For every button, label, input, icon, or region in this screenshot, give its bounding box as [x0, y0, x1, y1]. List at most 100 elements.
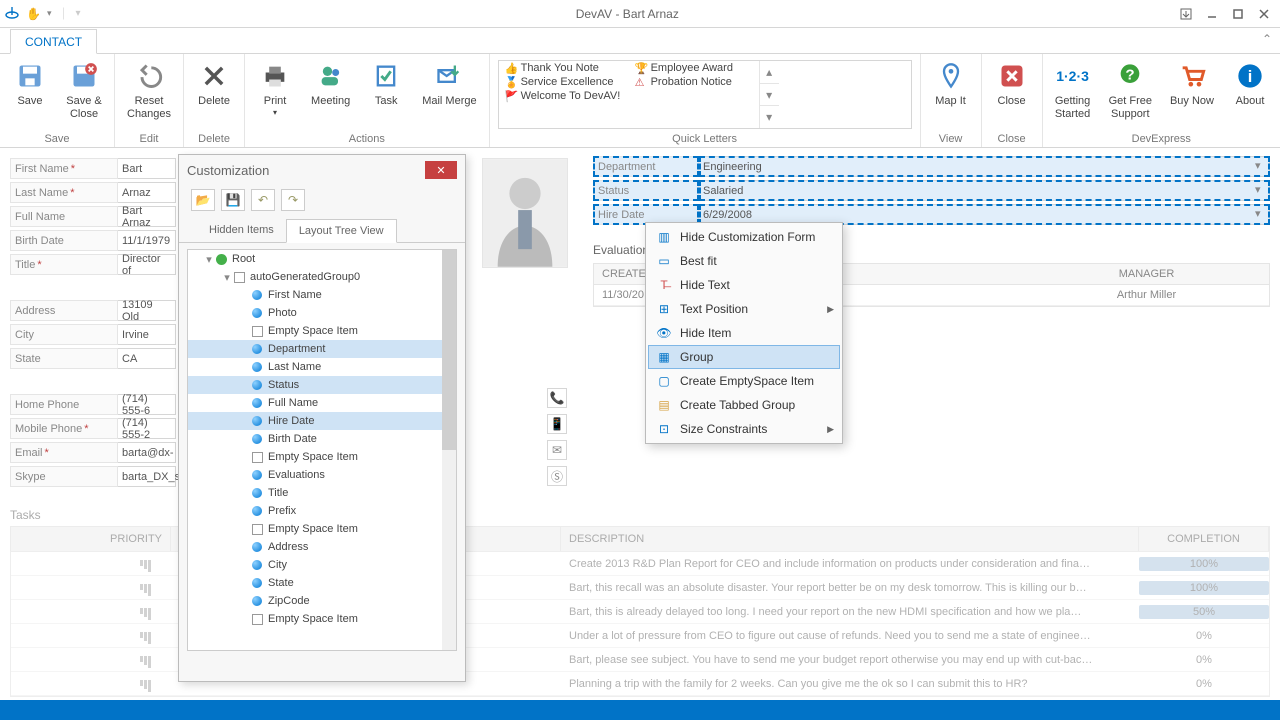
tree-item[interactable]: ▾autoGeneratedGroup0 — [188, 268, 456, 286]
print-button[interactable]: Print▾ — [251, 58, 299, 120]
ql-scroll-down[interactable]: ▾ — [760, 84, 779, 107]
mapit-button[interactable]: Map It — [927, 58, 975, 110]
mobile-field[interactable]: (714) 555-2 — [118, 418, 176, 439]
tree-item[interactable]: Status — [188, 376, 456, 394]
save-button[interactable]: Save — [6, 58, 54, 110]
task-button[interactable]: Task — [362, 58, 410, 110]
save-close-button[interactable]: Save & Close — [60, 58, 108, 123]
tree-item[interactable]: Hire Date — [188, 412, 456, 430]
tree-item[interactable]: First Name — [188, 286, 456, 304]
title-bar: ✋ ▾ ｜ ▾ DevAV - Bart Arnaz — [0, 0, 1280, 28]
close-button[interactable] — [1252, 4, 1276, 24]
ribbon: Save Save & Close Save Reset Changes Edi… — [0, 54, 1280, 148]
tree-item[interactable]: Empty Space Item — [188, 448, 456, 466]
tree-item[interactable]: Birth Date — [188, 430, 456, 448]
ctx-empty-space[interactable]: ▢Create EmptySpace Item — [648, 369, 840, 393]
photo-placeholder[interactable] — [482, 158, 568, 268]
tab-hidden-items[interactable]: Hidden Items — [197, 219, 286, 242]
first-name-field[interactable]: Bart — [118, 158, 176, 179]
ql-probation[interactable]: ⚠Probation Notice — [629, 75, 759, 89]
city-field[interactable]: Irvine — [118, 324, 176, 345]
phone-icon[interactable]: 📞 — [547, 388, 567, 408]
minimize-button[interactable] — [1200, 4, 1224, 24]
quick-dropdown-icon[interactable]: ▾ — [47, 8, 52, 19]
mailmerge-button[interactable]: Mail Merge — [416, 58, 482, 110]
hand-icon[interactable]: ✋ — [26, 7, 41, 21]
ql-expand[interactable]: ▾ — [760, 106, 779, 128]
chevron-down-icon[interactable]: ▾ — [1255, 183, 1267, 197]
cp-redo-icon[interactable]: ↷ — [281, 189, 305, 211]
customization-close-button[interactable]: ✕ — [425, 161, 457, 179]
address-field[interactable]: 13109 Old — [118, 300, 176, 321]
collapse-ribbon-icon[interactable]: ⌃ — [1262, 32, 1272, 46]
tab-layout-tree[interactable]: Layout Tree View — [286, 219, 397, 243]
tree-item[interactable]: Address — [188, 538, 456, 556]
tasks-desc-header[interactable]: DESCRIPTION — [561, 527, 1139, 551]
title-field[interactable]: Director of — [118, 254, 176, 275]
state-field[interactable]: CA — [118, 348, 176, 369]
flag-icon: 🚩 — [505, 90, 517, 102]
tree-item[interactable]: Photo — [188, 304, 456, 322]
meeting-button[interactable]: Meeting — [305, 58, 356, 110]
mobile-icon[interactable]: 📱 — [547, 414, 567, 434]
chevron-down-icon[interactable]: ▾ — [1255, 207, 1267, 221]
city-label: City — [10, 324, 118, 345]
buy-button[interactable]: Buy Now — [1164, 58, 1220, 110]
close-panel-button[interactable]: Close — [988, 58, 1036, 110]
tree-item[interactable]: State — [188, 574, 456, 592]
tree-item[interactable]: Empty Space Item — [188, 610, 456, 628]
ql-welcome[interactable]: 🚩Welcome To DevAV! — [499, 89, 629, 103]
tree-item[interactable]: ZipCode — [188, 592, 456, 610]
tree-item[interactable]: Empty Space Item — [188, 322, 456, 340]
ctx-hide-item[interactable]: 👁Hide Item — [648, 321, 840, 345]
delete-button[interactable]: Delete — [190, 58, 238, 110]
support-button[interactable]: ? Get Free Support — [1103, 58, 1158, 123]
homephone-field[interactable]: (714) 555-6 — [118, 394, 176, 415]
layout-tree[interactable]: ▾Root▾autoGeneratedGroup0First NamePhoto… — [187, 249, 457, 651]
mail-icon[interactable]: ✉ — [547, 440, 567, 460]
skype-icon[interactable]: Ⓢ — [547, 466, 567, 486]
ctx-hide-text[interactable]: T̶Hide Text — [648, 273, 840, 297]
tree-item[interactable]: Empty Space Item — [188, 520, 456, 538]
about-button[interactable]: i About — [1226, 58, 1274, 110]
department-field[interactable]: Engineering▾ — [699, 156, 1270, 177]
ctx-hide-form[interactable]: ▥Hide Customization Form — [648, 225, 840, 249]
maximize-button[interactable] — [1226, 4, 1250, 24]
ctx-tabbed-group[interactable]: ▤Create Tabbed Group — [648, 393, 840, 417]
tree-item[interactable]: Evaluations — [188, 466, 456, 484]
skype-field[interactable]: barta_DX_s — [118, 466, 176, 487]
last-name-field[interactable]: Arnaz — [118, 182, 176, 203]
birth-field[interactable]: 11/1/1979 — [118, 230, 176, 251]
ql-award[interactable]: 🏆Employee Award — [629, 61, 759, 75]
ctx-best-fit[interactable]: ▭Best fit — [648, 249, 840, 273]
tree-item[interactable]: Title — [188, 484, 456, 502]
chevron-down-icon[interactable]: ▾ — [1255, 159, 1267, 173]
ctx-text-position[interactable]: ⊞Text Position▶ — [648, 297, 840, 321]
tree-item[interactable]: ▾Root — [188, 250, 456, 268]
tree-item[interactable]: Last Name — [188, 358, 456, 376]
eval-manager-header[interactable]: MANAGER — [1024, 264, 1269, 284]
ctx-size-constraints[interactable]: ⊡Size Constraints▶ — [648, 417, 840, 441]
tree-item[interactable]: Full Name — [188, 394, 456, 412]
status-field[interactable]: Salaried▾ — [699, 180, 1270, 201]
scrollbar[interactable] — [442, 250, 456, 650]
ql-service[interactable]: 🏅Service Excellence — [499, 75, 629, 89]
getting-started-button[interactable]: 1·2·3 Getting Started — [1049, 58, 1097, 123]
tree-item[interactable]: Prefix — [188, 502, 456, 520]
tree-item[interactable]: City — [188, 556, 456, 574]
ribbon-options-icon[interactable] — [1174, 4, 1198, 24]
email-field[interactable]: barta@dx- — [118, 442, 176, 463]
ql-thankyou[interactable]: 👍Thank You Note — [499, 61, 629, 75]
tasks-priority-header[interactable]: PRIORITY — [11, 527, 171, 551]
reset-button[interactable]: Reset Changes — [121, 58, 177, 123]
ql-scroll-up[interactable]: ▴ — [760, 61, 779, 84]
full-name-field[interactable]: Bart Arnaz — [118, 206, 176, 227]
tasks-comp-header[interactable]: COMPLETION — [1139, 527, 1269, 551]
birth-label: Birth Date — [10, 230, 118, 251]
tree-item[interactable]: Department — [188, 340, 456, 358]
cp-save-icon[interactable]: 💾 — [221, 189, 245, 211]
ctx-group[interactable]: ▦Group — [648, 345, 840, 369]
cp-undo-icon[interactable]: ↶ — [251, 189, 275, 211]
cp-open-icon[interactable]: 📂 — [191, 189, 215, 211]
tab-contact[interactable]: CONTACT — [10, 29, 97, 54]
